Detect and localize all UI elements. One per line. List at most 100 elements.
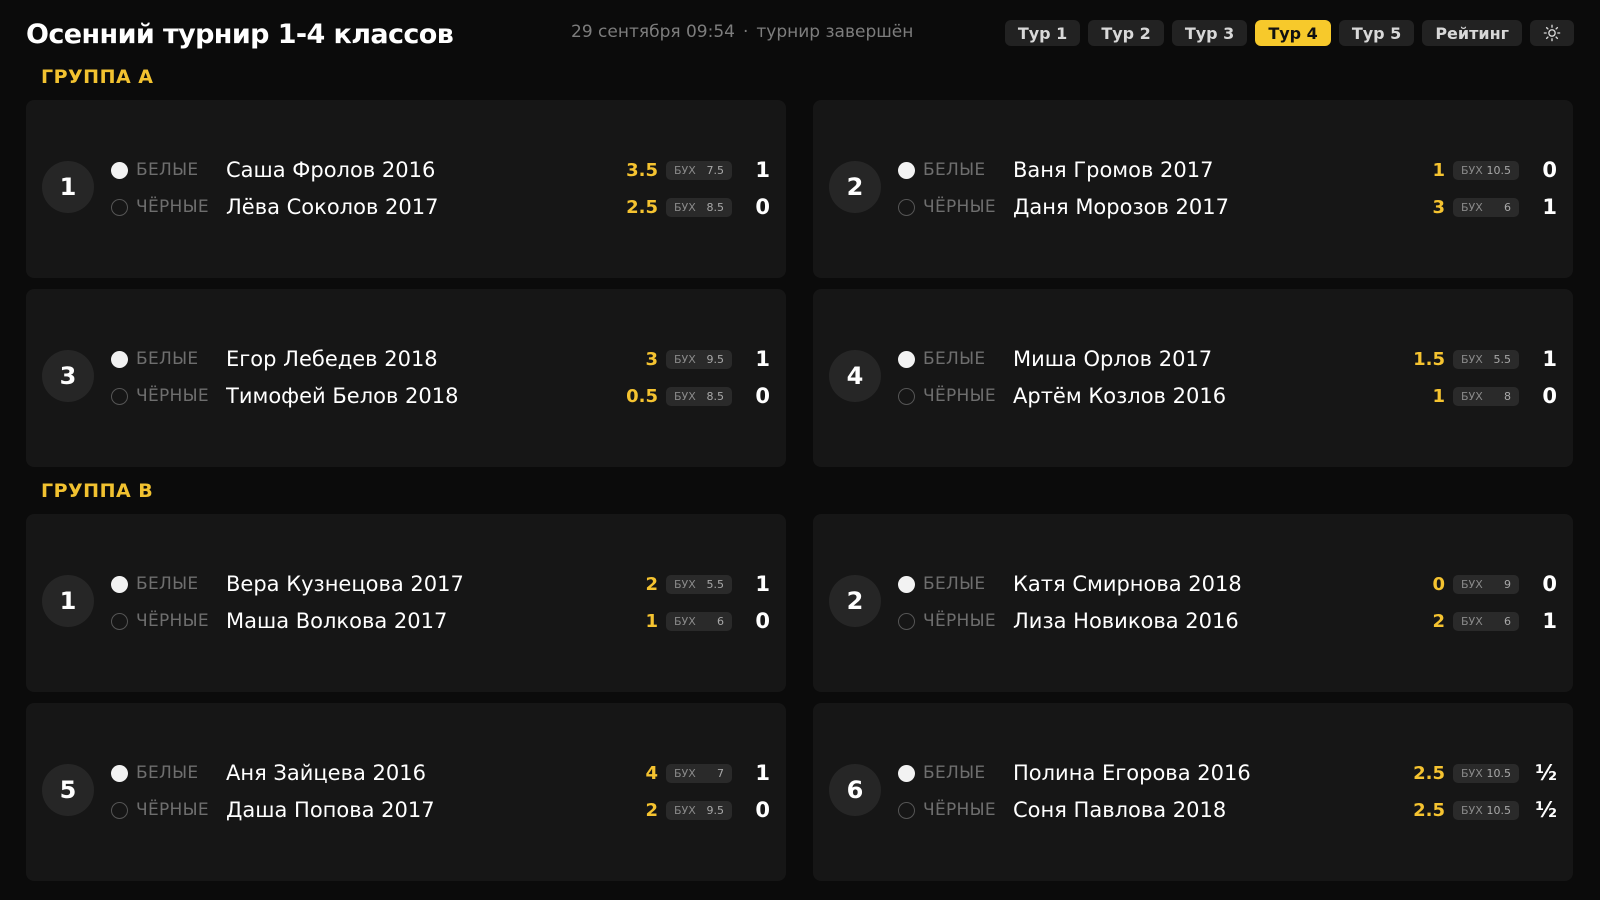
- black-piece-icon: [111, 612, 128, 630]
- buchholz-label: БУХ: [1461, 352, 1483, 366]
- black-row: ЧЁРНЫЕ Лёва Соколов 2017 2.5 БУХ 8.5 0: [111, 193, 770, 221]
- pairing-card: 2 БЕЛЫЕ Катя Смирнова 2018 0 БУХ 9 0 ЧЁРН…: [813, 514, 1573, 692]
- board-number: 3: [42, 350, 94, 402]
- player-name[interactable]: Артём Козлов 2016: [1013, 384, 1395, 408]
- buchholz-badge: БУХ 7.5: [666, 160, 732, 180]
- white-piece-icon: [111, 575, 128, 593]
- buchholz-value: 6: [717, 614, 724, 628]
- player-name[interactable]: Катя Смирнова 2018: [1013, 572, 1395, 596]
- buchholz-value: 10.5: [1486, 803, 1512, 817]
- white-label: БЕЛЫЕ: [136, 574, 199, 594]
- player-points: 2.5: [1413, 762, 1445, 784]
- black-piece-icon: [898, 612, 915, 630]
- pairing-card: 4 БЕЛЫЕ Миша Орлов 2017 1.5 БУХ 5.5 1 ЧЁР…: [813, 289, 1573, 467]
- tab-round-1[interactable]: Тур 1: [1004, 20, 1081, 46]
- black-row: ЧЁРНЫЕ Тимофей Белов 2018 0.5 БУХ 8.5 0: [111, 382, 770, 410]
- player-points: 4: [645, 762, 658, 784]
- player-points: 1.5: [1413, 348, 1445, 370]
- black-label: ЧЁРНЫЕ: [923, 386, 996, 406]
- buchholz-badge: БУХ 9.5: [666, 349, 732, 369]
- player-name[interactable]: Вера Кузнецова 2017: [226, 572, 608, 596]
- player-points: 2: [645, 573, 658, 595]
- buchholz-badge: БУХ 5.5: [1453, 349, 1519, 369]
- player-name[interactable]: Маша Волкова 2017: [226, 609, 608, 633]
- tab-rating[interactable]: Рейтинг: [1422, 20, 1522, 46]
- buchholz-badge: БУХ 8: [1453, 386, 1519, 406]
- pairing-card: 1 БЕЛЫЕ Вера Кузнецова 2017 2 БУХ 5.5 1 Ч…: [26, 514, 786, 692]
- player-points: 3: [1432, 196, 1445, 218]
- black-row: ЧЁРНЫЕ Лиза Новикова 2016 2 БУХ 6 1: [898, 607, 1557, 635]
- buchholz-value: 9: [1504, 577, 1511, 591]
- game-result: 1: [755, 347, 770, 371]
- game-result: 0: [755, 195, 770, 219]
- board-number: 4: [829, 350, 881, 402]
- player-name[interactable]: Даня Морозов 2017: [1013, 195, 1395, 219]
- tournament-page: Осенний турнир 1-4 классов 29 сентября 0…: [0, 0, 1600, 900]
- player-name[interactable]: Ваня Громов 2017: [1013, 158, 1395, 182]
- tab-round-3[interactable]: Тур 3: [1171, 20, 1248, 46]
- player-name[interactable]: Лёва Соколов 2017: [226, 195, 608, 219]
- buchholz-label: БУХ: [1461, 803, 1483, 817]
- buchholz-label: БУХ: [674, 163, 696, 177]
- buchholz-label: БУХ: [1461, 614, 1483, 628]
- player-name[interactable]: Саша Фролов 2016: [226, 158, 608, 182]
- player-name[interactable]: Соня Павлова 2018: [1013, 798, 1395, 822]
- white-label: БЕЛЫЕ: [923, 160, 986, 180]
- buchholz-badge: БУХ 5.5: [666, 574, 732, 594]
- white-row: БЕЛЫЕ Вера Кузнецова 2017 2 БУХ 5.5 1: [111, 570, 770, 598]
- tab-round-5[interactable]: Тур 5: [1338, 20, 1415, 46]
- buchholz-label: БУХ: [1461, 577, 1483, 591]
- white-label: БЕЛЫЕ: [136, 160, 199, 180]
- game-result: 1: [1542, 347, 1557, 371]
- buchholz-label: БУХ: [1461, 766, 1483, 780]
- white-label: БЕЛЫЕ: [136, 349, 199, 369]
- group-title-b: ГРУППА В: [41, 480, 154, 502]
- player-name[interactable]: Миша Орлов 2017: [1013, 347, 1395, 371]
- buchholz-badge: БУХ 10.5: [1453, 763, 1519, 783]
- player-name[interactable]: Полина Егорова 2016: [1013, 761, 1395, 785]
- tournament-meta: 29 сентября 09:54 · турнир завершён: [571, 22, 913, 42]
- white-row: БЕЛЫЕ Егор Лебедев 2018 3 БУХ 9.5 1: [111, 345, 770, 373]
- buchholz-badge: БУХ 10.5: [1453, 800, 1519, 820]
- tab-round-4[interactable]: Тур 4: [1255, 20, 1331, 46]
- buchholz-badge: БУХ 8.5: [666, 197, 732, 217]
- buchholz-value: 10.5: [1486, 766, 1512, 780]
- buchholz-value: 7.5: [706, 163, 725, 177]
- theme-toggle-button[interactable]: [1530, 20, 1574, 46]
- tab-round-2[interactable]: Тур 2: [1088, 20, 1164, 46]
- white-row: БЕЛЫЕ Ваня Громов 2017 1 БУХ 10.5 0: [898, 156, 1557, 184]
- buchholz-label: БУХ: [674, 352, 696, 366]
- page-title: Осенний турнир 1-4 классов: [26, 18, 454, 50]
- player-name[interactable]: Тимофей Белов 2018: [226, 384, 608, 408]
- white-piece-icon: [111, 764, 128, 782]
- buchholz-value: 6: [1504, 200, 1511, 214]
- player-points: 2.5: [626, 196, 658, 218]
- pairing-card: 2 БЕЛЫЕ Ваня Громов 2017 1 БУХ 10.5 0 ЧЁР…: [813, 100, 1573, 278]
- buchholz-badge: БУХ 7: [666, 763, 732, 783]
- player-name[interactable]: Егор Лебедев 2018: [226, 347, 608, 371]
- player-name[interactable]: Даша Попова 2017: [226, 798, 608, 822]
- board-number: 2: [829, 575, 881, 627]
- player-points: 3.5: [626, 159, 658, 181]
- buchholz-label: БУХ: [674, 614, 696, 628]
- buchholz-value: 9.5: [706, 803, 725, 817]
- buchholz-value: 7: [717, 766, 724, 780]
- buchholz-value: 8.5: [706, 389, 725, 403]
- player-points: 2.5: [1413, 799, 1445, 821]
- game-result: ½: [1535, 761, 1557, 785]
- black-row: ЧЁРНЫЕ Даша Попова 2017 2 БУХ 9.5 0: [111, 796, 770, 824]
- player-name[interactable]: Аня Зайцева 2016: [226, 761, 608, 785]
- player-name[interactable]: Лиза Новикова 2016: [1013, 609, 1395, 633]
- header: Осенний турнир 1-4 классов 29 сентября 0…: [26, 14, 1574, 54]
- buchholz-badge: БУХ 9.5: [666, 800, 732, 820]
- sun-icon: [1543, 24, 1561, 42]
- player-points: 0.5: [626, 385, 658, 407]
- game-result: 0: [755, 798, 770, 822]
- buchholz-value: 8.5: [706, 200, 725, 214]
- board-number: 5: [42, 764, 94, 816]
- meta-separator: ·: [742, 22, 749, 42]
- buchholz-badge: БУХ 6: [1453, 611, 1519, 631]
- game-result: ½: [1535, 798, 1557, 822]
- game-result: 1: [1542, 609, 1557, 633]
- game-result: 1: [755, 761, 770, 785]
